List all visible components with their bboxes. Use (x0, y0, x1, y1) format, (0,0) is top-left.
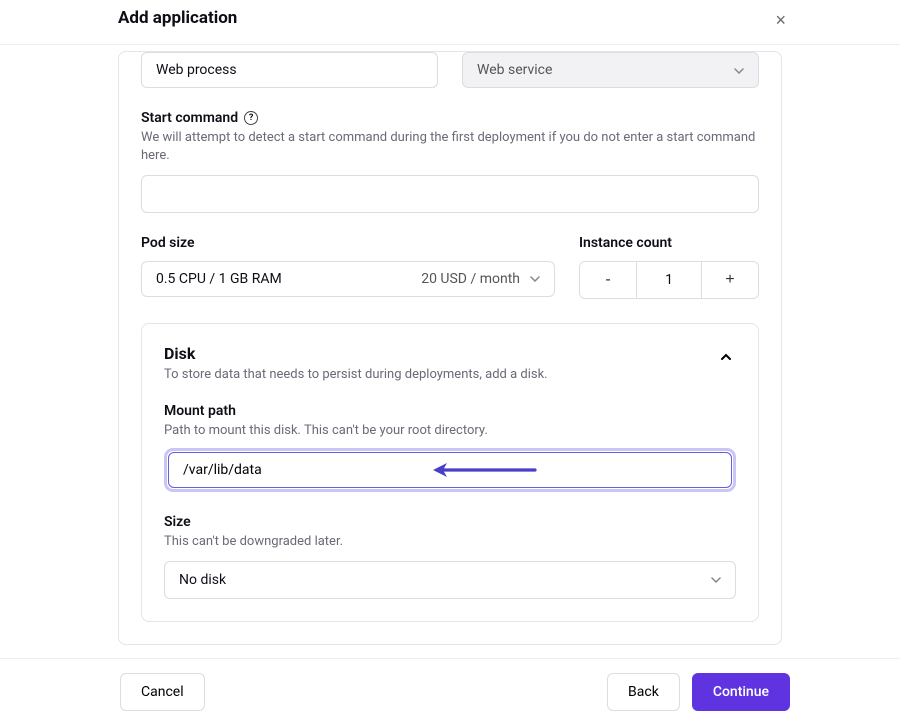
start-command-label: Start command ? (141, 110, 759, 126)
cancel-button[interactable]: Cancel (120, 673, 205, 711)
info-icon[interactable]: ? (244, 111, 258, 125)
disk-title: Disk (164, 344, 548, 363)
instance-count-label: Instance count (579, 235, 759, 251)
chevron-up-icon[interactable] (716, 344, 736, 368)
disk-size-section: Size This can't be downgraded later. No … (164, 514, 736, 599)
disk-card: Disk To store data that needs to persist… (141, 323, 759, 622)
footer-right-buttons: Back Continue (607, 673, 790, 711)
mount-path-help: Path to mount this disk. This can't be y… (164, 422, 736, 440)
modal-title: Add application (118, 8, 237, 28)
modal-footer: Cancel Back Continue (0, 658, 900, 725)
process-card: Web process Web service Start command ? … (118, 51, 782, 645)
chevron-down-icon (711, 577, 721, 583)
continue-button[interactable]: Continue (692, 673, 790, 711)
process-name-input[interactable]: Web process (141, 52, 438, 88)
pod-size-section: Pod size 0.5 CPU / 1 GB RAM 20 USD / mon… (141, 235, 555, 299)
instance-increment-button[interactable]: + (702, 262, 758, 298)
modal-header: Add application × (0, 0, 900, 45)
disk-size-value: No disk (179, 572, 226, 588)
back-button[interactable]: Back (607, 673, 680, 711)
process-type-value: Web service (477, 62, 552, 78)
mount-path-section: Mount path Path to mount this disk. This… (164, 403, 736, 492)
chevron-down-icon (530, 276, 540, 282)
instance-count-section: Instance count - 1 + (579, 235, 759, 299)
mount-path-label: Mount path (164, 403, 736, 419)
pod-size-value: 0.5 CPU / 1 GB RAM (156, 271, 282, 287)
close-icon[interactable]: × (775, 10, 786, 31)
disk-header: Disk To store data that needs to persist… (164, 344, 736, 384)
pod-size-price: 20 USD / month (421, 271, 520, 287)
process-name-value: Web process (156, 62, 237, 78)
disk-subtitle: To store data that needs to persist duri… (164, 366, 548, 384)
pod-size-select[interactable]: 0.5 CPU / 1 GB RAM 20 USD / month (141, 261, 555, 297)
disk-size-label: Size (164, 514, 736, 530)
pod-instance-row: Pod size 0.5 CPU / 1 GB RAM 20 USD / mon… (141, 235, 759, 299)
start-command-help: We will attempt to detect a start comman… (141, 129, 759, 165)
process-name-type-row: Web process Web service (141, 52, 759, 88)
process-type-select[interactable]: Web service (462, 52, 759, 88)
chevron-down-icon (734, 64, 744, 77)
pod-size-label: Pod size (141, 235, 555, 251)
instance-count-value: 1 (636, 262, 702, 298)
mount-path-input-highlight (164, 448, 736, 492)
start-command-input[interactable] (141, 175, 759, 213)
disk-size-help: This can't be downgraded later. (164, 533, 736, 551)
instance-decrement-button[interactable]: - (580, 262, 636, 298)
instance-count-stepper: - 1 + (579, 261, 759, 299)
start-command-section: Start command ? We will attempt to detec… (141, 110, 759, 213)
disk-size-select[interactable]: No disk (164, 561, 736, 599)
pod-size-price-wrap: 20 USD / month (421, 271, 540, 287)
mount-path-input[interactable] (168, 452, 732, 488)
modal-body: Web process Web service Start command ? … (0, 45, 900, 697)
